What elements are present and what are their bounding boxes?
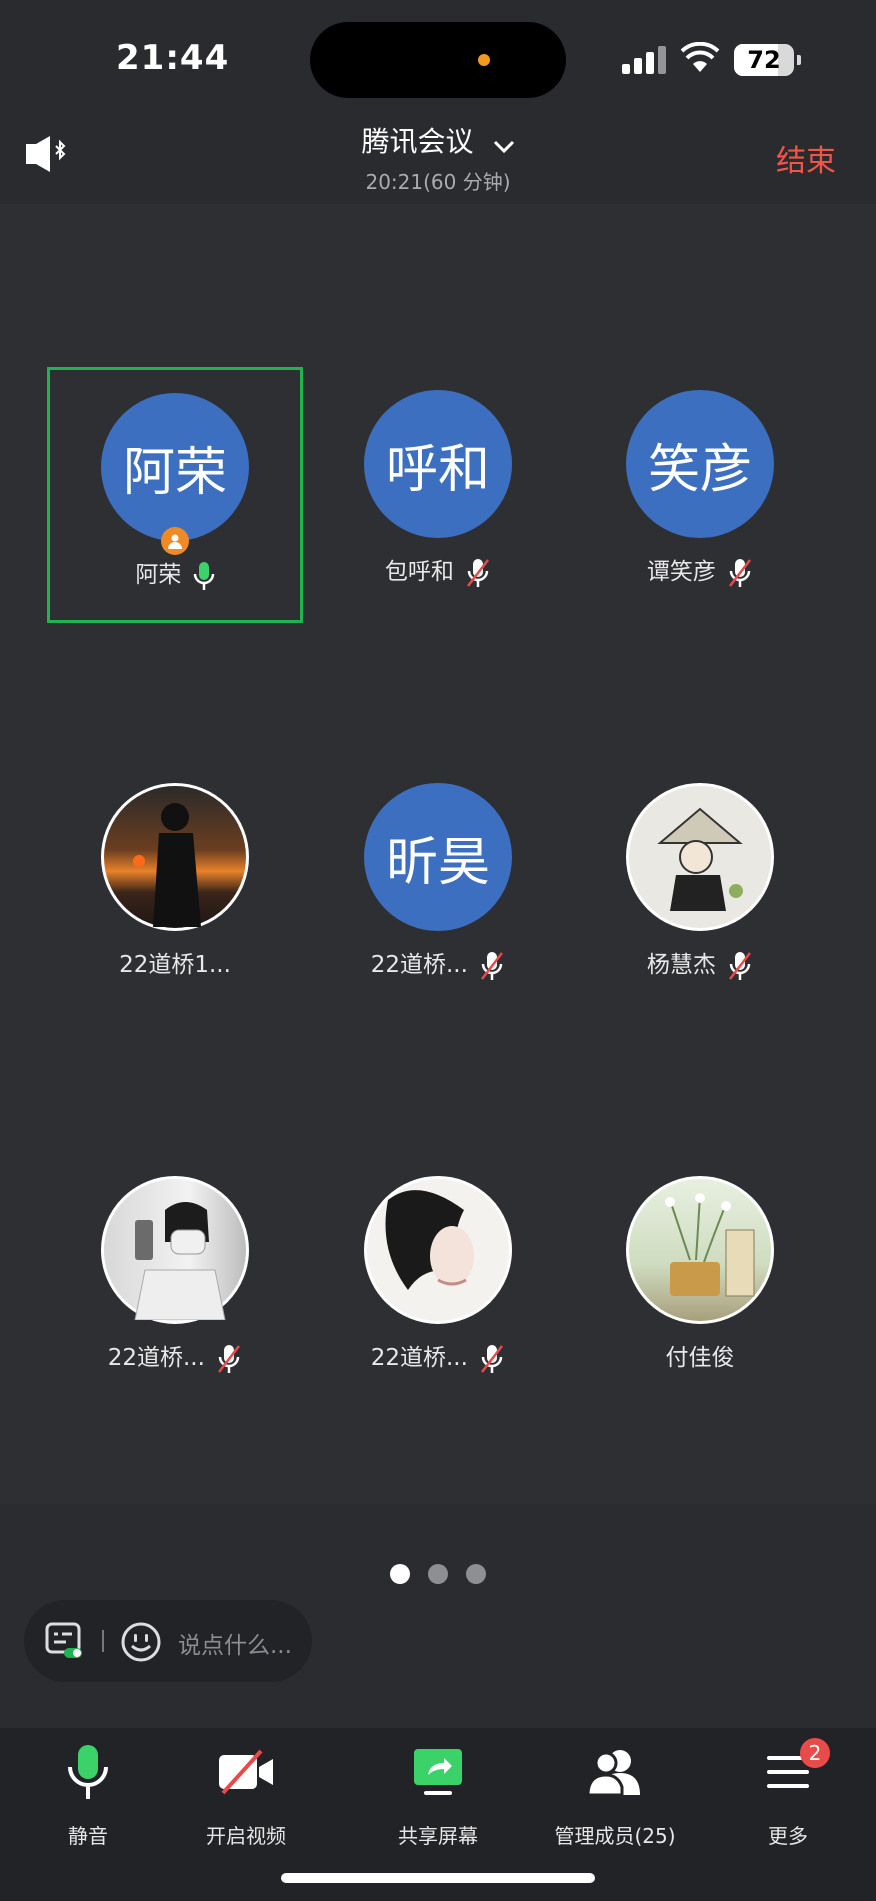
participant-name: 付佳俊 <box>665 1345 735 1371</box>
more-label: 更多 <box>768 1824 808 1848</box>
wifi-icon <box>680 42 720 72</box>
participant-avatar-photo <box>626 783 774 931</box>
share-screen-icon <box>414 1749 462 1795</box>
mute-button[interactable]: 静音 <box>8 1742 168 1849</box>
participant-avatar: 昕昊 <box>364 783 512 931</box>
manage-members-button[interactable]: 管理成员(25) <box>532 1742 698 1849</box>
members-icon <box>586 1750 640 1797</box>
cellular-signal-icon <box>622 46 672 74</box>
meeting-title: 腾讯会议 <box>361 125 474 158</box>
woman-portrait-icon <box>385 1190 474 1290</box>
meeting-duration: 20:21(60 分钟) <box>365 170 511 194</box>
home-indicator[interactable] <box>281 1873 595 1883</box>
battery-icon: 72 <box>734 44 801 76</box>
page-dot-active[interactable] <box>390 1564 410 1584</box>
page-indicator[interactable] <box>0 1564 876 1588</box>
chat-input-bar[interactable]: 说点什么... <box>24 1600 312 1682</box>
participant-name: 22道桥1... <box>119 952 231 978</box>
video-off-icon <box>219 1749 273 1795</box>
page-dot[interactable] <box>428 1564 448 1584</box>
monk-illustration-icon <box>657 807 743 911</box>
mic-on-icon <box>193 561 214 590</box>
battery-level: 72 <box>747 46 781 74</box>
participant-tile[interactable]: 付佳俊 <box>572 1153 828 1409</box>
participant-avatar-photo <box>101 1176 249 1324</box>
participant-avatar: 阿荣 <box>101 393 249 541</box>
participant-tile[interactable]: 22道桥... <box>310 1153 566 1409</box>
end-meeting-button[interactable]: 结束 <box>776 136 836 180</box>
mic-icon <box>68 1745 108 1799</box>
captions-icon[interactable] <box>44 1620 86 1662</box>
participant-avatar-photo <box>101 783 249 931</box>
participant-avatar: 笑彦 <box>626 390 774 538</box>
participant-avatar: 呼和 <box>364 390 512 538</box>
person-silhouette-icon <box>133 803 201 927</box>
status-bar: 21:44 72 <box>0 0 876 120</box>
share-screen-button[interactable]: 共享屏幕 <box>358 1742 518 1849</box>
person-mirror-selfie-icon <box>134 1202 226 1320</box>
mute-label: 静音 <box>68 1824 108 1848</box>
meeting-title-dropdown[interactable]: 腾讯会议 <box>0 120 876 160</box>
participant-name: 包呼和 <box>310 552 566 588</box>
participant-name: 22道桥... <box>47 1338 303 1374</box>
mic-muted-icon <box>729 951 752 980</box>
mic-indicator-dot <box>478 54 490 66</box>
mic-muted-icon <box>467 558 490 587</box>
page-dot[interactable] <box>466 1564 486 1584</box>
participant-name: 谭笑彦 <box>572 552 828 588</box>
mic-muted-icon <box>481 1344 504 1373</box>
share-label: 共享屏幕 <box>398 1824 478 1848</box>
chevron-down-icon <box>493 140 514 153</box>
participant-tile[interactable]: 22道桥1... <box>47 760 303 1016</box>
video-label: 开启视频 <box>206 1824 286 1848</box>
participant-tile[interactable]: 杨慧杰 <box>572 760 828 1016</box>
meeting-header: 腾讯会议 20:21(60 分钟) 结束 <box>0 120 876 204</box>
video-button[interactable]: 开启视频 <box>166 1742 326 1849</box>
mic-muted-icon <box>218 1344 241 1373</box>
dynamic-island <box>310 22 566 98</box>
emoji-icon[interactable] <box>120 1621 162 1663</box>
participant-tile[interactable]: 呼和 包呼和 <box>310 367 566 623</box>
chat-placeholder[interactable]: 说点什么... <box>178 1626 292 1660</box>
participant-avatar-photo <box>364 1176 512 1324</box>
participant-name: 22道桥... <box>310 1338 566 1374</box>
participant-tile[interactable]: 笑彦 谭笑彦 <box>572 367 828 623</box>
participant-name: 杨慧杰 <box>572 945 828 981</box>
participant-name: 22道桥... <box>310 945 566 981</box>
members-label: 管理成员(25) <box>554 1824 676 1848</box>
more-button[interactable]: 2 更多 <box>708 1738 868 1849</box>
notification-badge: 2 <box>800 1738 830 1768</box>
host-icon <box>161 527 189 555</box>
divider <box>102 1630 104 1652</box>
mic-muted-icon <box>729 558 752 587</box>
status-time: 21:44 <box>116 38 230 78</box>
participant-tile[interactable]: 22道桥... <box>47 1153 303 1409</box>
participant-grid: 阿荣 阿荣 呼和 包呼和 笑彦 谭笑彦 22道桥1... 昕昊 22道桥... … <box>0 204 876 1504</box>
participant-tile[interactable]: 昕昊 22道桥... <box>310 760 566 1016</box>
mic-muted-icon <box>481 951 504 980</box>
participant-name: 阿荣 <box>50 555 300 591</box>
flower-basket-icon <box>665 1193 755 1297</box>
participant-avatar-photo <box>626 1176 774 1324</box>
participant-tile[interactable]: 阿荣 阿荣 <box>47 367 303 623</box>
